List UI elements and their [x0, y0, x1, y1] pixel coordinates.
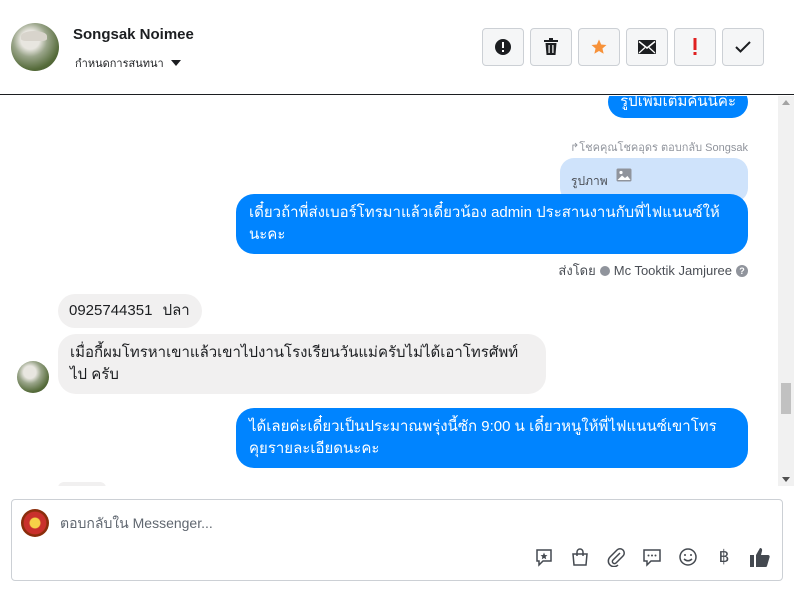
message-text: ได้เลยค่ะเดี๋ยวเป็นประมาณพรุ่งนี้ซัก 9:0…: [249, 418, 717, 457]
message-bubble-outgoing: รูปเพิ่มเติมคันนี้ค่ะ: [608, 96, 748, 118]
report-button[interactable]: [482, 28, 524, 66]
quick-replies-button[interactable]: [641, 546, 663, 568]
composer-actions: ฿: [533, 546, 771, 568]
contact-name[interactable]: Songsak Noimee: [73, 26, 194, 43]
page-avatar: [21, 509, 49, 537]
message-bubble-incoming: [58, 482, 106, 486]
agent-status-icon: [599, 265, 610, 276]
shopping-bag-icon: [572, 548, 588, 566]
star-button[interactable]: [578, 28, 620, 66]
scrollbar[interactable]: [778, 96, 794, 486]
thread-toolbar: [482, 28, 764, 66]
message-text: เดี๋ยวถ้าพี่ส่งเบอร์โทรมาแล้วเดี๋ยวน้อง …: [249, 204, 720, 243]
message-text: เมื่อกี้ผมโทรหาเขาแล้วเขาไปงานโรงเรียนวั…: [70, 344, 519, 383]
saved-reply-button[interactable]: [533, 546, 555, 568]
conversation-header: Songsak Noimee กำหนดการสนทนา: [0, 0, 794, 95]
follow-up-button[interactable]: [674, 28, 716, 66]
saved-reply-icon: [536, 549, 552, 567]
envelope-icon: [638, 40, 656, 54]
message-bubble-outgoing: ได้เลยค่ะเดี๋ยวเป็นประมาณพรุ่งนี้ซัก 9:0…: [236, 408, 748, 468]
message-text: รูปเพิ่มเติมคันนี้ค่ะ: [620, 96, 736, 110]
payment-button[interactable]: ฿: [713, 546, 735, 568]
scroll-up-arrow-icon[interactable]: [782, 100, 790, 105]
help-icon[interactable]: ?: [736, 264, 748, 277]
attach-button[interactable]: [605, 546, 627, 568]
scroll-down-arrow-icon[interactable]: [782, 477, 790, 482]
paperclip-icon: [607, 548, 625, 567]
emoji-button[interactable]: [677, 546, 699, 568]
like-icon: [750, 548, 770, 567]
like-button[interactable]: [749, 546, 771, 568]
conversation-action-label: กำหนดการสนทนา: [75, 58, 164, 70]
conversation-action-dropdown[interactable]: กำหนดการสนทนา: [75, 54, 181, 72]
smiley-icon: [679, 548, 697, 566]
scrollbar-thumb[interactable]: [781, 383, 791, 414]
message-text: 0925744351 ปลา: [69, 302, 190, 319]
star-icon: [591, 39, 607, 54]
agent-name[interactable]: Mc Tooktik Jamjuree: [614, 263, 732, 278]
reply-input[interactable]: [60, 512, 660, 534]
sent-by: ส่งโดย Mc Tooktik Jamjuree ?: [558, 260, 748, 281]
alert-circle-icon: [495, 39, 511, 55]
chevron-down-icon: [170, 60, 181, 66]
reply-note-text: โชคคุณโชคอุดร ตอบกลับ Songsak: [579, 142, 748, 154]
avatar[interactable]: [11, 23, 59, 71]
message-bubble-incoming: เมื่อกี้ผมโทรหาเขาแล้วเขาไปงานโรงเรียนวั…: [58, 334, 546, 394]
avatar[interactable]: [17, 361, 49, 393]
message-thread[interactable]: รูปเพิ่มเติมคันนี้ค่ะ ↱โชคคุณโชคอุดร ตอบ…: [0, 96, 794, 486]
chat-bubbles-icon: [643, 549, 661, 567]
reply-arrow-icon: ↱: [570, 142, 580, 154]
message-bubble-incoming: 0925744351 ปลา: [58, 294, 202, 328]
check-icon: [735, 41, 751, 53]
delete-button[interactable]: [530, 28, 572, 66]
reply-composer: ฿: [11, 499, 783, 581]
exclamation-icon: [693, 38, 697, 55]
baht-icon: ฿: [718, 547, 730, 567]
image-icon: [616, 168, 632, 182]
mark-unread-button[interactable]: [626, 28, 668, 66]
trash-icon: [544, 38, 558, 55]
shop-button[interactable]: [569, 546, 591, 568]
sent-by-label: ส่งโดย: [558, 263, 596, 278]
reply-indicator: ↱โชคคุณโชคอุดร ตอบกลับ Songsak: [570, 138, 748, 156]
mark-done-button[interactable]: [722, 28, 764, 66]
message-bubble-outgoing: เดี๋ยวถ้าพี่ส่งเบอร์โทรมาแล้วเดี๋ยวน้อง …: [236, 194, 748, 254]
